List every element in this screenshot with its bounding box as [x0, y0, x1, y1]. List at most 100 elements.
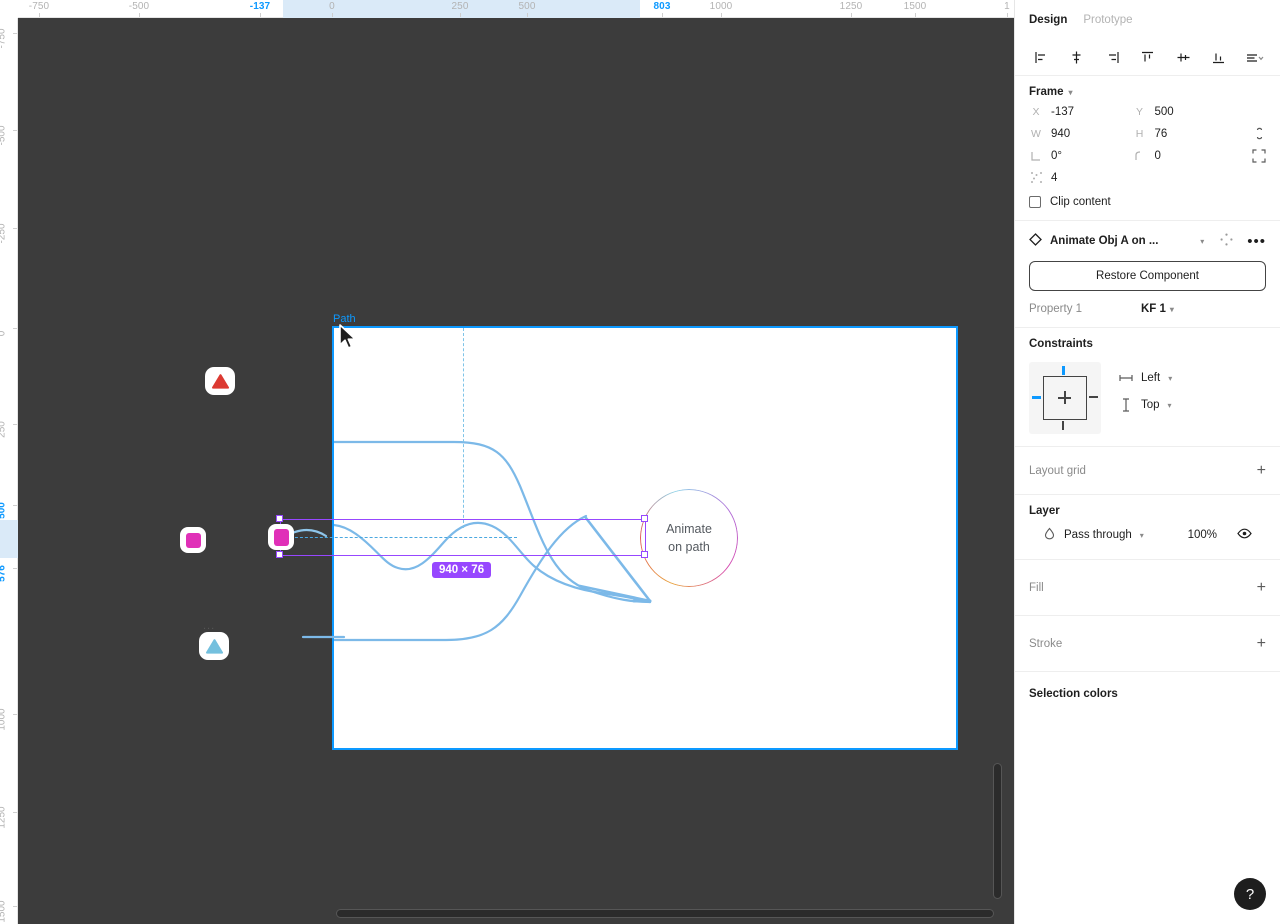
constraint-bar-bottom[interactable] — [1062, 421, 1064, 430]
selection-edge-bottom — [280, 555, 646, 557]
section-constraints: Constraints Left ▾ Top ▾ — [1015, 328, 1280, 447]
horizontal-scrollbar[interactable] — [336, 909, 994, 918]
help-button[interactable]: ? — [1234, 878, 1266, 910]
constraint-horizontal-value: Left — [1141, 372, 1161, 384]
ruler-h-tick: 250 — [451, 1, 469, 12]
proportion-lock-icon[interactable] — [1236, 126, 1266, 141]
animate-on-path-node[interactable]: Animate on path — [637, 486, 741, 590]
blend-mode-value[interactable]: Pass through — [1064, 529, 1132, 541]
animate-circle-line-2: on path — [668, 540, 710, 554]
guide-vertical-dashed — [463, 328, 464, 528]
align-vertical-center-icon[interactable] — [1171, 46, 1195, 70]
clip-content-checkbox[interactable] — [1029, 196, 1041, 208]
vertical-scrollbar[interactable] — [993, 763, 1002, 899]
constraint-center-v — [1064, 391, 1066, 404]
tab-design[interactable]: Design — [1029, 14, 1067, 26]
stroke-add-icon[interactable]: + — [1257, 635, 1266, 652]
ruler-v-mark — [13, 714, 17, 715]
triangle-red-icon — [211, 373, 229, 389]
section-component: Animate Obj A on ... ▾ ••• Restore Compo… — [1015, 221, 1280, 328]
distribute-menu-icon[interactable] — [1242, 46, 1266, 70]
align-top-icon[interactable] — [1136, 46, 1160, 70]
selected-square-magenta[interactable] — [268, 524, 294, 550]
component-name[interactable]: Animate Obj A on ... — [1050, 235, 1192, 247]
ruler-v-mark — [13, 228, 17, 229]
fill-add-icon[interactable]: + — [1257, 579, 1266, 596]
align-bottom-icon[interactable] — [1207, 46, 1231, 70]
ruler-v-mark — [13, 424, 17, 425]
align-right-icon[interactable] — [1100, 46, 1124, 70]
field-x[interactable]: X -137 — [1029, 106, 1133, 118]
shape-triangle-blue[interactable] — [199, 632, 229, 660]
field-y[interactable]: Y 500 — [1133, 106, 1237, 118]
constraint-bar-top[interactable] — [1062, 366, 1065, 375]
blend-mode-chevron-down-icon[interactable]: ▾ — [1140, 531, 1144, 540]
ruler-v-tick: 500 — [0, 502, 8, 519]
ruler-v-mark — [13, 812, 17, 813]
constraints-widget[interactable] — [1029, 362, 1101, 434]
field-independent-corners[interactable]: 4 — [1029, 171, 1133, 184]
ruler-h-mark — [527, 13, 528, 17]
field-rotation[interactable]: 0° — [1029, 150, 1133, 162]
clip-content-row[interactable]: Clip content — [1029, 196, 1266, 208]
field-width-value: 940 — [1051, 127, 1071, 140]
canvas-area[interactable]: Path Animate on path 940 × 76 ... -750 -… — [0, 0, 1014, 924]
selection-handle-top-right[interactable] — [641, 515, 648, 522]
ruler-h-tick: -137 — [249, 1, 271, 12]
field-width[interactable]: W 940 — [1029, 128, 1133, 140]
stroke-title: Stroke — [1029, 637, 1063, 650]
selection-size-badge: 940 × 76 — [432, 562, 492, 578]
align-left-icon[interactable] — [1029, 46, 1053, 70]
blend-mode-icon — [1043, 527, 1056, 543]
ruler-h-mark — [662, 13, 663, 17]
guide-horizontal-dashed — [285, 537, 517, 538]
independent-corners-icon — [1029, 171, 1043, 184]
visibility-eye-icon[interactable] — [1237, 527, 1252, 543]
field-corner-radius[interactable]: 0 — [1133, 150, 1237, 162]
property-value[interactable]: KF 1 ▾ — [1141, 303, 1174, 315]
shape-overflow-dots[interactable]: ... — [203, 620, 215, 632]
layout-grid-add-icon[interactable]: + — [1257, 462, 1266, 479]
constraint-vertical[interactable]: Top ▾ — [1119, 398, 1172, 412]
ruler-corner[interactable] — [0, 0, 18, 18]
constraints-title: Constraints — [1029, 338, 1093, 350]
component-more-options-icon[interactable]: ••• — [1247, 234, 1266, 249]
section-frame-title[interactable]: Frame ▾ — [1029, 86, 1266, 98]
ruler-vertical[interactable]: -750 -500 -250 0 250 500 576 1000 1250 1500 — [0, 0, 18, 924]
component-chevron-down-icon[interactable]: ▾ — [1200, 237, 1204, 246]
ruler-h-tick: 1 — [1004, 1, 1010, 12]
restore-component-button[interactable]: Restore Component — [1029, 261, 1266, 291]
align-horizontal-center-icon[interactable] — [1065, 46, 1089, 70]
constraint-horizontal[interactable]: Left ▾ — [1119, 372, 1172, 384]
ruler-v-mark — [13, 328, 17, 329]
ruler-v-tick: -250 — [0, 223, 8, 244]
layer-opacity-value[interactable]: 100% — [1188, 529, 1217, 541]
ruler-horizontal[interactable]: -750 -500 -137 0 250 500 803 1000 1250 1500 1 — [0, 0, 1014, 18]
section-layout-grid: Layout grid + — [1015, 447, 1280, 495]
ruler-v-mark — [13, 906, 17, 907]
tab-prototype[interactable]: Prototype — [1083, 14, 1132, 26]
x-label-icon: X — [1032, 106, 1040, 118]
independent-corners-toggle-icon[interactable] — [1236, 149, 1266, 163]
clip-content-label: Clip content — [1050, 196, 1111, 208]
ruler-h-tick: 1500 — [903, 1, 927, 12]
shape-square-magenta[interactable] — [180, 527, 206, 553]
component-swap-icon[interactable] — [1220, 233, 1233, 249]
ruler-h-tick: 1250 — [839, 1, 863, 12]
selection-handle-top-left[interactable] — [276, 515, 283, 522]
ruler-h-mark — [139, 13, 140, 17]
ruler-v-tick: 1250 — [0, 806, 8, 829]
constraint-bar-right[interactable] — [1089, 396, 1098, 398]
alignment-toolbar — [1015, 40, 1280, 76]
selection-handle-bottom-left[interactable] — [276, 551, 283, 558]
square-magenta-fill — [185, 532, 201, 548]
field-height[interactable]: H 76 — [1133, 128, 1237, 140]
field-y-value: 500 — [1154, 106, 1174, 118]
constraint-vertical-value: Top — [1141, 399, 1160, 411]
selection-handle-bottom-right[interactable] — [641, 551, 648, 558]
constraint-bar-left[interactable] — [1032, 396, 1041, 399]
triangle-blue-badge — [199, 632, 229, 660]
shape-triangle-red[interactable] — [205, 367, 235, 395]
constraints-fields: Left ▾ Top ▾ — [1119, 362, 1172, 412]
horizontal-constraint-icon — [1119, 375, 1133, 381]
